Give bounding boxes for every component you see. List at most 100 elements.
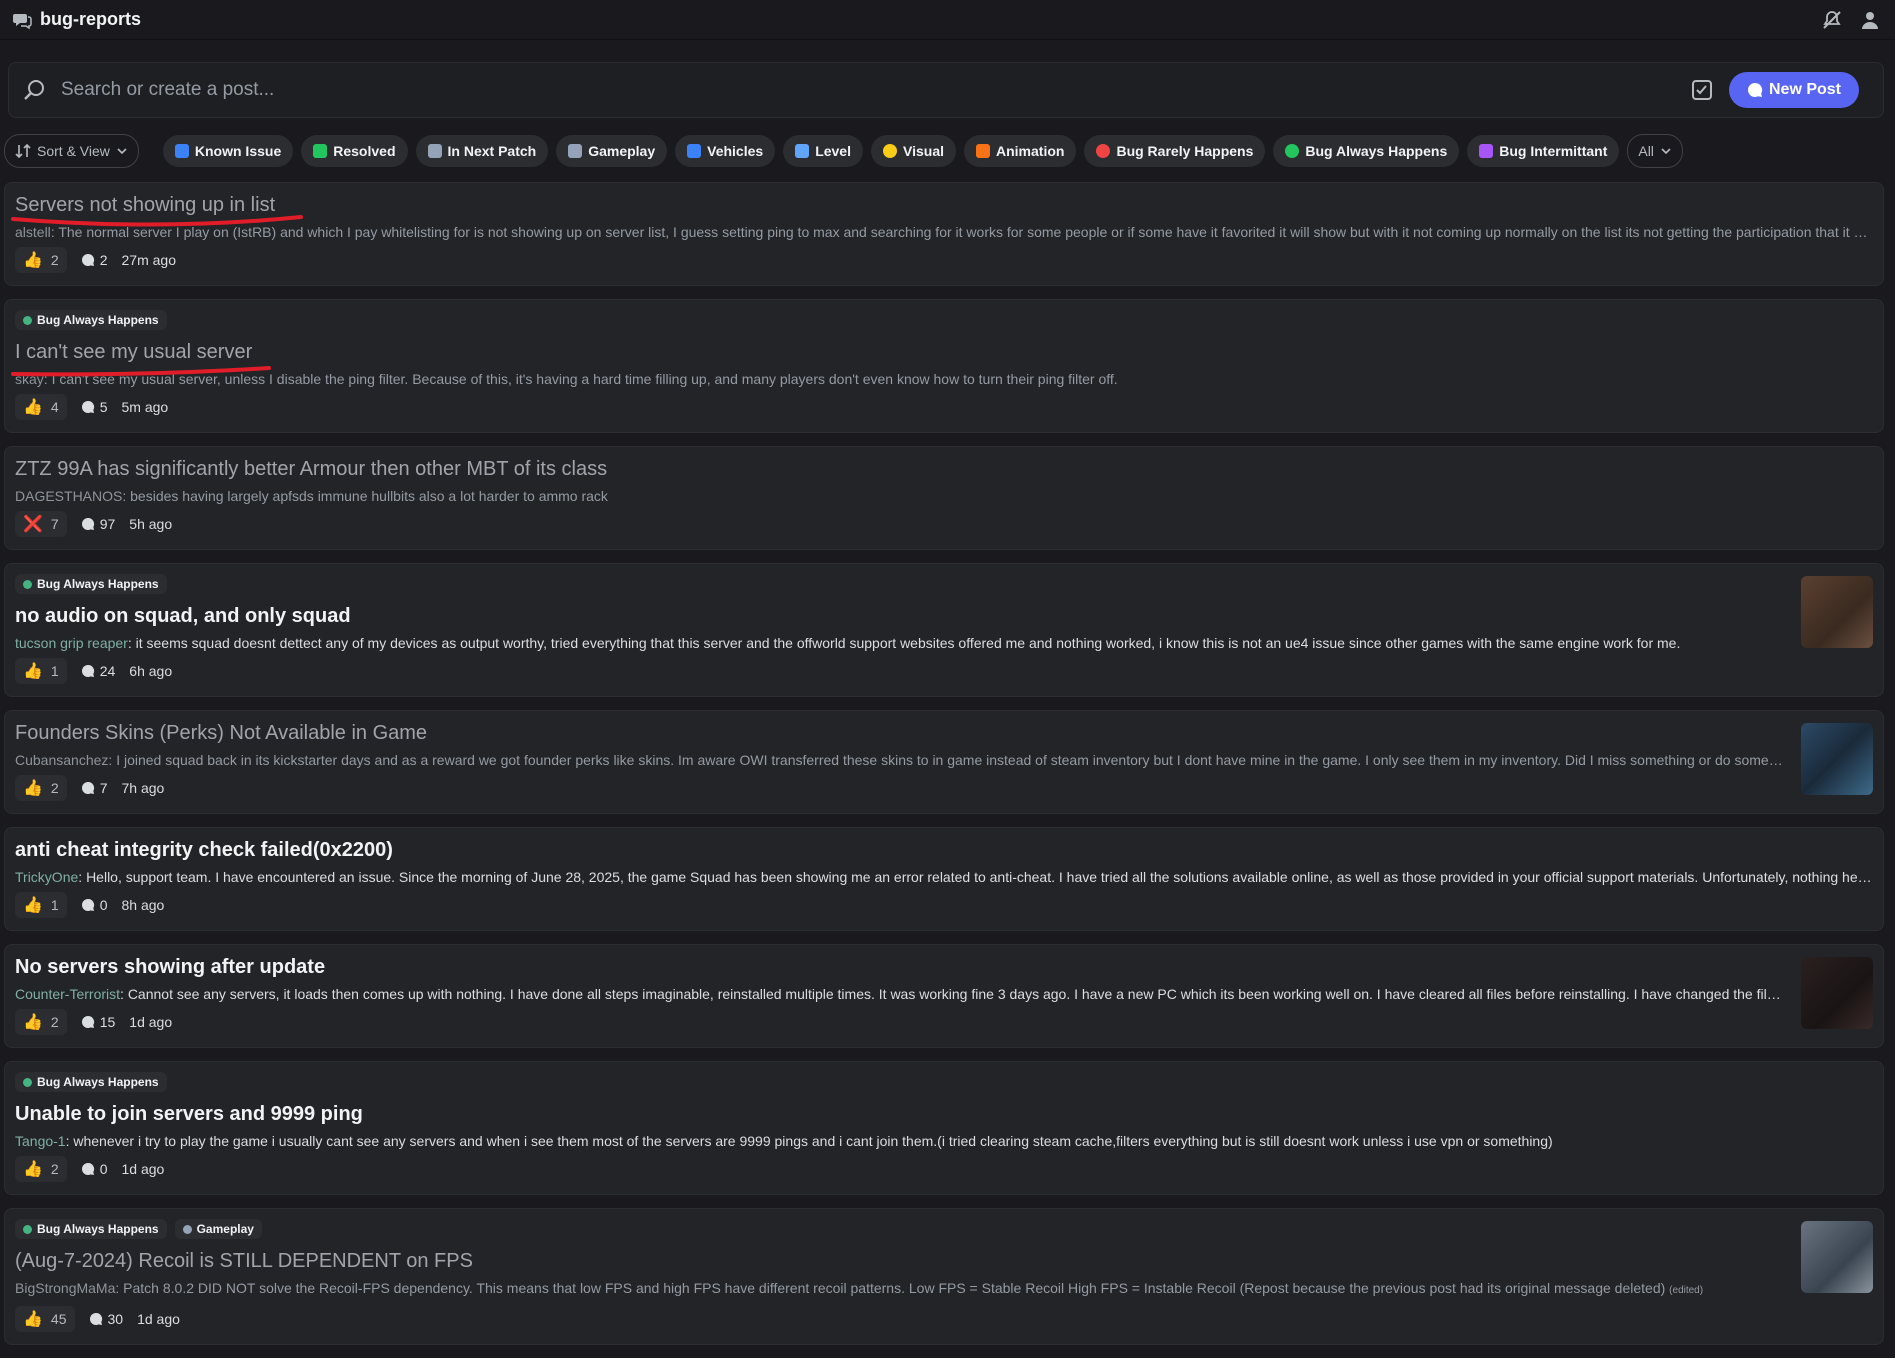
thumbs-up-icon: 👍 bbox=[23, 780, 43, 797]
post-title[interactable]: anti cheat integrity check failed(0x2200… bbox=[15, 838, 1873, 862]
chat-bubble-icon bbox=[1747, 82, 1763, 97]
post-meta: 👍 1 24 6h ago bbox=[15, 658, 1873, 684]
comment-icon bbox=[81, 1162, 94, 1175]
post-meta: ❌ 7 97 5h ago bbox=[15, 511, 1873, 537]
reaction-button[interactable]: 👍 2 bbox=[15, 1009, 67, 1035]
post-title[interactable]: Unable to join servers and 9999 ping bbox=[15, 1102, 1873, 1126]
comment-count: 24 bbox=[81, 663, 115, 679]
sort-view-button[interactable]: Sort & View bbox=[4, 134, 139, 168]
patch-icon bbox=[427, 144, 442, 158]
post-author[interactable]: BigStrongMaMa bbox=[15, 1280, 115, 1296]
post-meta: 👍 2 2 27m ago bbox=[15, 247, 1873, 273]
post-tags: Bug Always Happens bbox=[15, 574, 1873, 594]
author-separator: : bbox=[78, 869, 87, 885]
post-title[interactable]: (Aug-7-2024) Recoil is STILL DEPENDENT o… bbox=[15, 1249, 1873, 1273]
author-separator: : bbox=[120, 986, 128, 1002]
comment-icon bbox=[81, 898, 94, 911]
post-author[interactable]: TrickyOne bbox=[15, 869, 78, 885]
search-input[interactable] bbox=[59, 78, 1691, 102]
tag-filter-label: Bug Intermittant bbox=[1499, 143, 1608, 159]
post-title[interactable]: no audio on squad, and only squad bbox=[15, 604, 1873, 628]
forum-post[interactable]: Servers not showing up in list alstell: T… bbox=[4, 182, 1884, 286]
search-icon bbox=[24, 80, 44, 100]
reaction-button[interactable]: 👍 4 bbox=[15, 394, 67, 420]
worm-icon bbox=[1479, 144, 1494, 158]
post-title[interactable]: ZTZ 99A has significantly better Armour … bbox=[15, 457, 1873, 481]
post-timestamp: 27m ago bbox=[121, 252, 176, 268]
tag-filter-label: In Next Patch bbox=[447, 143, 537, 159]
tag-filter-resolved[interactable]: Resolved bbox=[301, 135, 408, 167]
reaction-count: 2 bbox=[50, 1161, 59, 1177]
comment-count-value: 7 bbox=[99, 780, 108, 796]
tag-filter-known-issue[interactable]: Known Issue bbox=[162, 135, 294, 167]
post-author[interactable]: skay bbox=[15, 371, 44, 387]
reaction-button[interactable]: 👍 1 bbox=[15, 658, 67, 684]
post-thumbnail[interactable] bbox=[1801, 723, 1873, 795]
forum-post[interactable]: No servers showing after update Counter-T… bbox=[4, 944, 1884, 1048]
forum-post[interactable]: ZTZ 99A has significantly better Armour … bbox=[4, 446, 1884, 550]
comment-count: 5 bbox=[81, 399, 108, 415]
forum-post[interactable]: Bug Always Happens no audio on squad, and… bbox=[4, 563, 1884, 697]
tag-filter-bug-rarely-happens[interactable]: Bug Rarely Happens bbox=[1084, 135, 1266, 167]
post-author[interactable]: alstell bbox=[15, 224, 51, 240]
post-preview-text: whenever i try to play the game i usuall… bbox=[73, 1133, 1553, 1149]
forum-post[interactable]: Bug Always Happens Unable to join servers… bbox=[4, 1061, 1884, 1195]
post-title[interactable]: No servers showing after update bbox=[15, 955, 1873, 979]
forum-post[interactable]: Bug Always Happens I can't see my usual s… bbox=[4, 299, 1884, 433]
comment-count: 7 bbox=[81, 780, 108, 796]
tag-filter-level[interactable]: Level bbox=[783, 135, 863, 167]
post-author[interactable]: tucson grip reaper bbox=[15, 635, 128, 651]
all-tags-dropdown[interactable]: All bbox=[1627, 134, 1683, 168]
comment-icon bbox=[81, 664, 94, 677]
post-thumbnail[interactable] bbox=[1801, 1221, 1873, 1293]
tag-filter-in-next-patch[interactable]: In Next Patch bbox=[415, 135, 549, 167]
post-tag: Bug Always Happens bbox=[15, 1072, 167, 1092]
forum-post[interactable]: anti cheat integrity check failed(0x2200… bbox=[4, 827, 1884, 931]
reaction-button[interactable]: 👍 1 bbox=[15, 892, 67, 918]
reaction-button[interactable]: 👍 45 bbox=[15, 1306, 75, 1332]
post-author[interactable]: DAGESTHANOS bbox=[15, 488, 122, 504]
tag-filter-bar: Sort & View Known Issue Resolved In Next P… bbox=[4, 134, 1884, 168]
tag-filter-bug-intermittant[interactable]: Bug Intermittant bbox=[1467, 135, 1620, 167]
mute-icon[interactable] bbox=[1821, 9, 1843, 31]
comment-icon bbox=[81, 781, 94, 794]
reaction-button[interactable]: 👍 2 bbox=[15, 775, 67, 801]
post-tag-label: Gameplay bbox=[196, 1222, 254, 1236]
tag-filter-animation[interactable]: Animation bbox=[964, 135, 1077, 167]
post-thumbnail[interactable] bbox=[1801, 576, 1873, 648]
tag-filter-label: Bug Always Happens bbox=[1305, 143, 1448, 159]
cross-mark-icon: ❌ bbox=[23, 516, 43, 533]
tag-filter-gameplay[interactable]: Gameplay bbox=[556, 135, 668, 167]
post-timestamp: 1d ago bbox=[129, 1014, 173, 1030]
forum-post[interactable]: Founders Skins (Perks) Not Available in … bbox=[4, 710, 1884, 814]
tag-filter-visual[interactable]: Visual bbox=[871, 135, 956, 167]
animation-icon bbox=[976, 144, 990, 158]
post-meta: 👍 45 30 1d ago bbox=[15, 1306, 1873, 1332]
comment-count: 30 bbox=[89, 1311, 123, 1327]
post-timestamp: 1d ago bbox=[121, 1161, 165, 1177]
vehicle-icon bbox=[687, 144, 702, 158]
post-author[interactable]: Tango-1 bbox=[15, 1133, 66, 1149]
post-tag-label: Bug Always Happens bbox=[37, 313, 159, 327]
comment-count: 0 bbox=[81, 897, 108, 913]
post-preview: Counter-Terrorist: Cannot see any server… bbox=[15, 985, 1783, 1003]
post-preview: alstell: The normal server I play on (Is… bbox=[15, 223, 1873, 241]
post-title[interactable]: I can't see my usual server bbox=[15, 340, 1873, 364]
post-author[interactable]: Counter-Terrorist bbox=[15, 986, 120, 1002]
post-title[interactable]: Servers not showing up in list bbox=[15, 193, 1873, 217]
post-title[interactable]: Founders Skins (Perks) Not Available in … bbox=[15, 721, 1873, 745]
post-thumbnail[interactable] bbox=[1801, 957, 1873, 1029]
tag-filter-bug-always-happens[interactable]: Bug Always Happens bbox=[1273, 135, 1460, 167]
green-bug-icon bbox=[23, 579, 32, 589]
comment-icon bbox=[81, 400, 94, 413]
new-post-button[interactable]: New Post bbox=[1728, 72, 1859, 108]
post-author[interactable]: Cubansanchez bbox=[15, 752, 108, 768]
tag-filter-vehicles[interactable]: Vehicles bbox=[675, 135, 776, 167]
new-post-label: New Post bbox=[1768, 81, 1841, 98]
reaction-button[interactable]: ❌ 7 bbox=[15, 511, 67, 537]
reaction-button[interactable]: 👍 2 bbox=[15, 1156, 67, 1182]
forum-post[interactable]: Bug Always Happens Gameplay (Aug-7-2024) R… bbox=[4, 1208, 1884, 1345]
reaction-button[interactable]: 👍 2 bbox=[15, 247, 67, 273]
members-icon[interactable] bbox=[1861, 9, 1883, 31]
post-guidelines-icon[interactable] bbox=[1691, 79, 1713, 101]
